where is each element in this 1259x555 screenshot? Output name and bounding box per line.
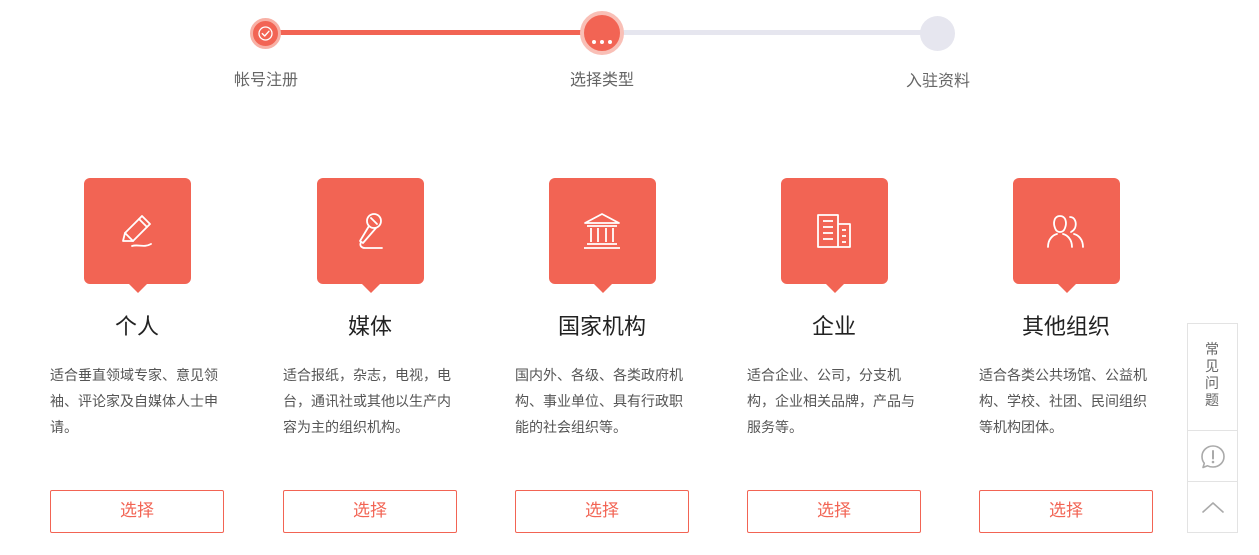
microphone-icon — [359, 213, 383, 249]
step-2-label: 选择类型 — [569, 70, 634, 89]
type-title: 媒体 — [347, 315, 392, 340]
select-enterprise-button[interactable]: 选择 — [747, 490, 921, 533]
step-3-label: 入驻资料 — [905, 71, 970, 90]
government-building-icon — [584, 213, 620, 249]
office-building-icon — [817, 214, 851, 248]
group-icon — [1047, 215, 1084, 248]
type-icon-box — [549, 178, 656, 293]
feedback-icon — [1201, 445, 1225, 469]
type-card-government: 国家机构 国内外、各级、各类政府机构、事业单位、具有行政职能的社会组织等。 选择 — [515, 178, 689, 538]
type-icon-box — [781, 178, 888, 293]
step-1-label: 帐号注册 — [233, 70, 298, 89]
type-card-enterprise: 企业 适合企业、公司，分支机构，企业相关品牌，产品与服务等。 选择 — [747, 178, 921, 538]
type-card-other-organization: 其他组织 适合各类公共场馆、公益机构、学校、社团、民间组织等机构团体。 选择 — [979, 178, 1153, 538]
floating-side-panel: 常见问题 — [1187, 323, 1238, 533]
type-card-personal: 个人 适合垂直领域专家、意见领袖、评论家及自媒体人士申请。 选择 — [50, 178, 224, 538]
faq-link[interactable]: 常见问题 — [1188, 324, 1237, 431]
more-dots-icon — [584, 29, 620, 48]
type-description: 适合企业、公司，分支机构，企业相关品牌，产品与服务等。 — [747, 368, 915, 436]
back-to-top-button[interactable] — [1188, 482, 1237, 532]
type-title: 个人 — [114, 315, 159, 340]
progress-track-completed — [265, 30, 602, 35]
type-icon-box — [1013, 178, 1120, 293]
faq-label: 常见问题 — [1205, 342, 1219, 409]
step-1-done-marker — [250, 18, 281, 49]
chevron-up-icon — [1202, 502, 1224, 513]
progress-track-remaining — [602, 30, 938, 35]
type-description: 适合各类公共场馆、公益机构、学校、社团、民间组织等机构团体。 — [979, 368, 1147, 436]
type-card-media: 媒体 适合报纸，杂志，电视，电台，通讯社或其他以生产内容为主的组织机构。 选择 — [283, 178, 457, 538]
type-description: 国内外、各级、各类政府机构、事业单位、具有行政职能的社会组织等。 — [515, 368, 683, 436]
step-2-active-marker — [580, 11, 624, 55]
select-media-button[interactable]: 选择 — [283, 490, 457, 533]
step-3-pending-marker — [920, 16, 955, 51]
select-other-organization-button[interactable]: 选择 — [979, 490, 1153, 533]
feedback-button[interactable] — [1188, 431, 1237, 482]
type-title: 国家机构 — [557, 315, 646, 340]
select-personal-button[interactable]: 选择 — [50, 490, 224, 533]
type-description: 适合垂直领域专家、意见领袖、评论家及自媒体人士申请。 — [50, 368, 218, 436]
select-government-button[interactable]: 选择 — [515, 490, 689, 533]
type-icon-box — [317, 178, 424, 293]
type-title: 其他组织 — [1021, 315, 1110, 340]
pen-icon — [122, 215, 152, 247]
type-title: 企业 — [811, 315, 856, 340]
type-description: 适合报纸，杂志，电视，电台，通讯社或其他以生产内容为主的组织机构。 — [283, 368, 451, 436]
type-icon-box — [84, 178, 191, 293]
check-icon — [258, 26, 273, 41]
